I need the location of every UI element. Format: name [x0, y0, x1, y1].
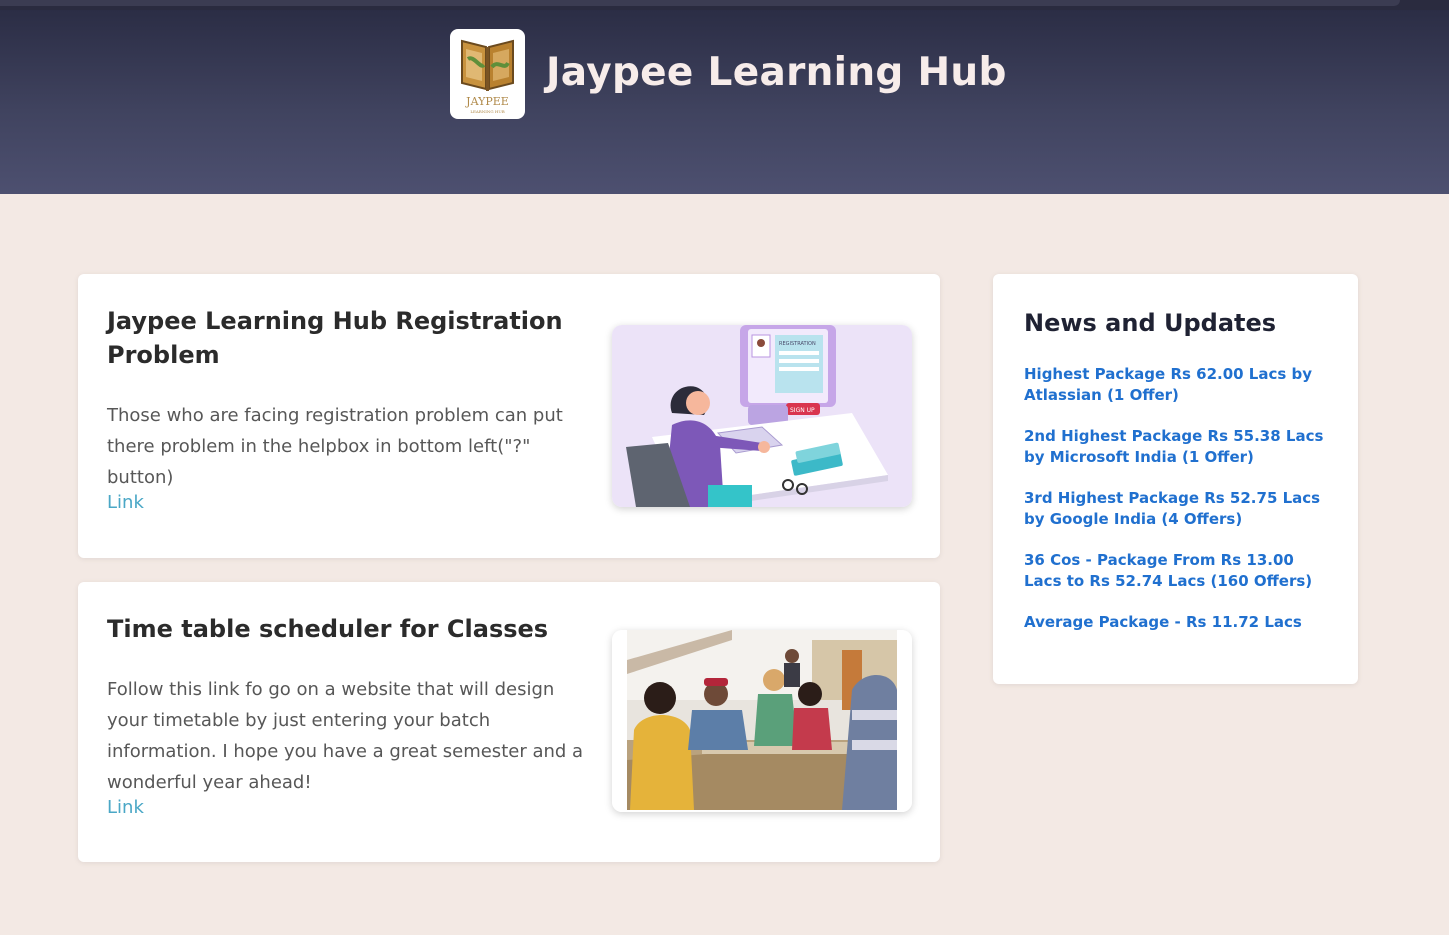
students-photo — [612, 630, 912, 812]
svg-text:SIGN UP: SIGN UP — [790, 407, 815, 414]
book-logo-icon: JAYPEE LEARNING HUB — [461, 39, 514, 114]
news-panel: News and Updates Highest Package Rs 62.0… — [993, 274, 1358, 684]
news-link[interactable]: Average Package - Rs 11.72 Lacs — [1024, 613, 1302, 631]
svg-text:REGISTRATION: REGISTRATION — [779, 341, 816, 347]
svg-text:JAYPEE: JAYPEE — [465, 95, 509, 108]
news-link[interactable]: Highest Package Rs 62.00 Lacs by Atlassi… — [1024, 365, 1312, 404]
news-item: 36 Cos - Package From Rs 13.00 Lacs to R… — [1024, 550, 1334, 592]
news-item: 2nd Highest Package Rs 55.38 Lacs by Mic… — [1024, 426, 1334, 468]
svg-text:LEARNING HUB: LEARNING HUB — [470, 109, 504, 114]
site-title: Jaypee Learning Hub — [546, 50, 1007, 95]
news-item: Highest Package Rs 62.00 Lacs by Atlassi… — [1024, 364, 1334, 406]
card-link[interactable]: Link — [107, 492, 144, 513]
card-description: Those who are facing registration proble… — [107, 405, 563, 488]
site-header: JAYPEE LEARNING HUB Jaypee Learning Hub — [0, 10, 1449, 194]
news-item: 3rd Highest Package Rs 52.75 Lacs by Goo… — [1024, 488, 1334, 530]
news-link[interactable]: 36 Cos - Package From Rs 13.00 Lacs to R… — [1024, 551, 1312, 590]
news-item: Average Package - Rs 11.72 Lacs — [1024, 612, 1334, 633]
news-list: Highest Package Rs 62.00 Lacs by Atlassi… — [1024, 364, 1334, 653]
news-link[interactable]: 3rd Highest Package Rs 52.75 Lacs by Goo… — [1024, 489, 1320, 528]
registration-card: Jaypee Learning Hub Registration Problem… — [78, 274, 940, 558]
card-link[interactable]: Link — [107, 797, 144, 818]
timetable-card: Time table scheduler for Classes Follow … — [78, 582, 940, 862]
card-description: Follow this link fo go on a website that… — [107, 679, 584, 793]
registration-illustration: REGISTRATION SIGN UP — [612, 325, 912, 507]
card-title: Jaypee Learning Hub Registration Problem — [107, 307, 563, 369]
news-link[interactable]: 2nd Highest Package Rs 55.38 Lacs by Mic… — [1024, 427, 1323, 466]
card-title: Time table scheduler for Classes — [107, 615, 549, 643]
site-logo[interactable]: JAYPEE LEARNING HUB — [450, 29, 525, 119]
news-title: News and Updates — [1024, 309, 1277, 337]
browser-top-strip — [0, 0, 1449, 10]
